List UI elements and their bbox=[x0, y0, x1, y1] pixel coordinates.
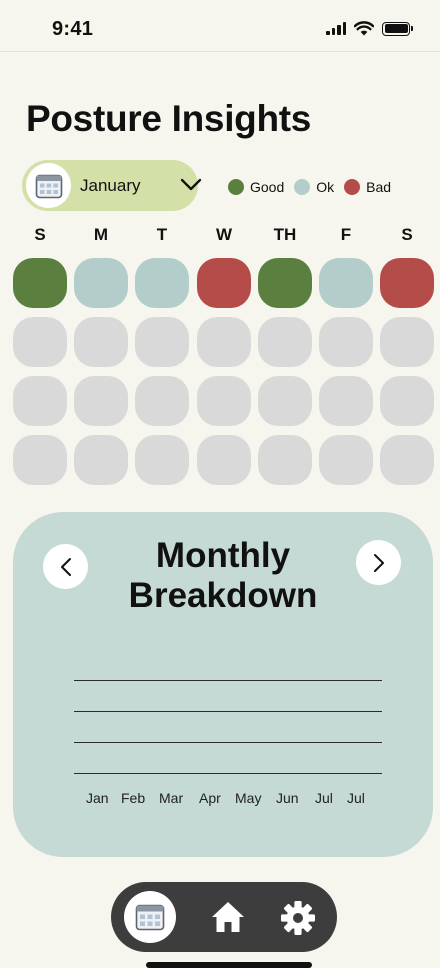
month-tick-label: Feb bbox=[121, 790, 146, 806]
chart-gridline bbox=[74, 711, 382, 712]
month-tick-label: May bbox=[235, 790, 262, 806]
calendar-day-bad[interactable] bbox=[380, 258, 434, 308]
calendar-day-empty[interactable] bbox=[380, 376, 434, 426]
month-tick-label: Mar bbox=[159, 790, 184, 806]
calendar-day-empty[interactable] bbox=[319, 376, 373, 426]
calendar-day-empty[interactable] bbox=[13, 435, 67, 485]
calendar-day-empty[interactable] bbox=[197, 317, 251, 367]
chevron-right-icon bbox=[373, 553, 384, 572]
bottom-nav bbox=[111, 882, 337, 952]
calendar-day-empty[interactable] bbox=[258, 435, 312, 485]
legend-item-ok: Ok bbox=[294, 179, 334, 195]
chevron-down-icon bbox=[180, 178, 202, 191]
weekday-label: TH bbox=[273, 225, 297, 244]
calendar-day-empty[interactable] bbox=[258, 376, 312, 426]
home-icon bbox=[212, 902, 244, 932]
weekday-label: S bbox=[34, 225, 46, 244]
monthly-breakdown-card: Monthly Breakdown Jan Feb Mar Apr May Jun Jul J… bbox=[13, 512, 433, 857]
calendar-day-empty[interactable] bbox=[319, 435, 373, 485]
legend-item-bad: Bad bbox=[344, 179, 391, 195]
battery-icon bbox=[382, 21, 413, 36]
calendar-day-empty[interactable] bbox=[197, 376, 251, 426]
weekday-header: S M T W TH F S bbox=[10, 225, 435, 245]
legend-label: Good bbox=[250, 179, 285, 195]
legend-dot bbox=[228, 179, 244, 195]
home-indicator bbox=[146, 962, 312, 968]
calendar-day-empty[interactable] bbox=[135, 435, 189, 485]
weekday-label: T bbox=[156, 225, 168, 244]
calendar-day-empty[interactable] bbox=[197, 435, 251, 485]
calendar-day-empty[interactable] bbox=[74, 376, 128, 426]
legend: Good Ok Bad bbox=[228, 179, 401, 195]
nav-calendar-button[interactable] bbox=[124, 891, 176, 943]
status-time: 9:41 bbox=[52, 18, 94, 40]
nav-home-button[interactable] bbox=[210, 900, 246, 939]
month-tick-label: Jul bbox=[347, 790, 365, 806]
weekday-label: S bbox=[401, 225, 413, 244]
calendar-day-empty[interactable] bbox=[258, 317, 312, 367]
chart-gridline bbox=[74, 773, 382, 774]
status-icons bbox=[326, 21, 413, 36]
gear-icon bbox=[281, 901, 315, 935]
month-selector[interactable]: January bbox=[22, 160, 202, 211]
month-tick-label: Jan bbox=[86, 790, 109, 806]
calendar-day-empty[interactable] bbox=[74, 435, 128, 485]
calendar-day-good[interactable] bbox=[258, 258, 312, 308]
calendar-day-empty[interactable] bbox=[135, 376, 189, 426]
calendar-day-bad[interactable] bbox=[197, 258, 251, 308]
calendar-day-empty[interactable] bbox=[380, 317, 434, 367]
page-title: Posture Insights bbox=[26, 98, 312, 139]
calendar-day-empty[interactable] bbox=[380, 435, 434, 485]
calendar-icon bbox=[135, 904, 165, 931]
legend-dot bbox=[294, 179, 311, 195]
legend-label: Bad bbox=[366, 179, 392, 195]
calendar-day-empty[interactable] bbox=[135, 317, 189, 367]
legend-label: Ok bbox=[316, 179, 335, 195]
chart-gridline bbox=[74, 680, 382, 681]
calendar-day-empty[interactable] bbox=[74, 317, 128, 367]
month-tick-label: Apr bbox=[199, 790, 221, 806]
weekday-label: M bbox=[93, 225, 109, 244]
month-tick-label: Jun bbox=[276, 790, 299, 806]
nav-settings-button[interactable] bbox=[280, 900, 316, 941]
calendar-day-good[interactable] bbox=[13, 258, 67, 308]
month-tick-label: Jul bbox=[315, 790, 333, 806]
next-month-button[interactable] bbox=[356, 540, 401, 585]
weekday-label: F bbox=[340, 225, 352, 244]
status-bar: 9:41 bbox=[0, 0, 440, 52]
legend-item-good: Good bbox=[228, 179, 284, 195]
calendar-day-empty[interactable] bbox=[13, 317, 67, 367]
calendar-day-empty[interactable] bbox=[13, 376, 67, 426]
wifi-icon bbox=[354, 21, 374, 36]
signal-icon bbox=[326, 22, 346, 35]
month-label: January bbox=[80, 176, 141, 195]
calendar-icon bbox=[26, 163, 71, 208]
calendar-day-ok[interactable] bbox=[319, 258, 373, 308]
chart-gridline bbox=[74, 742, 382, 743]
calendar-day-empty[interactable] bbox=[319, 317, 373, 367]
calendar-day-ok[interactable] bbox=[135, 258, 189, 308]
weekday-label: W bbox=[215, 225, 233, 244]
legend-dot bbox=[344, 179, 361, 195]
calendar-day-ok[interactable] bbox=[74, 258, 128, 308]
